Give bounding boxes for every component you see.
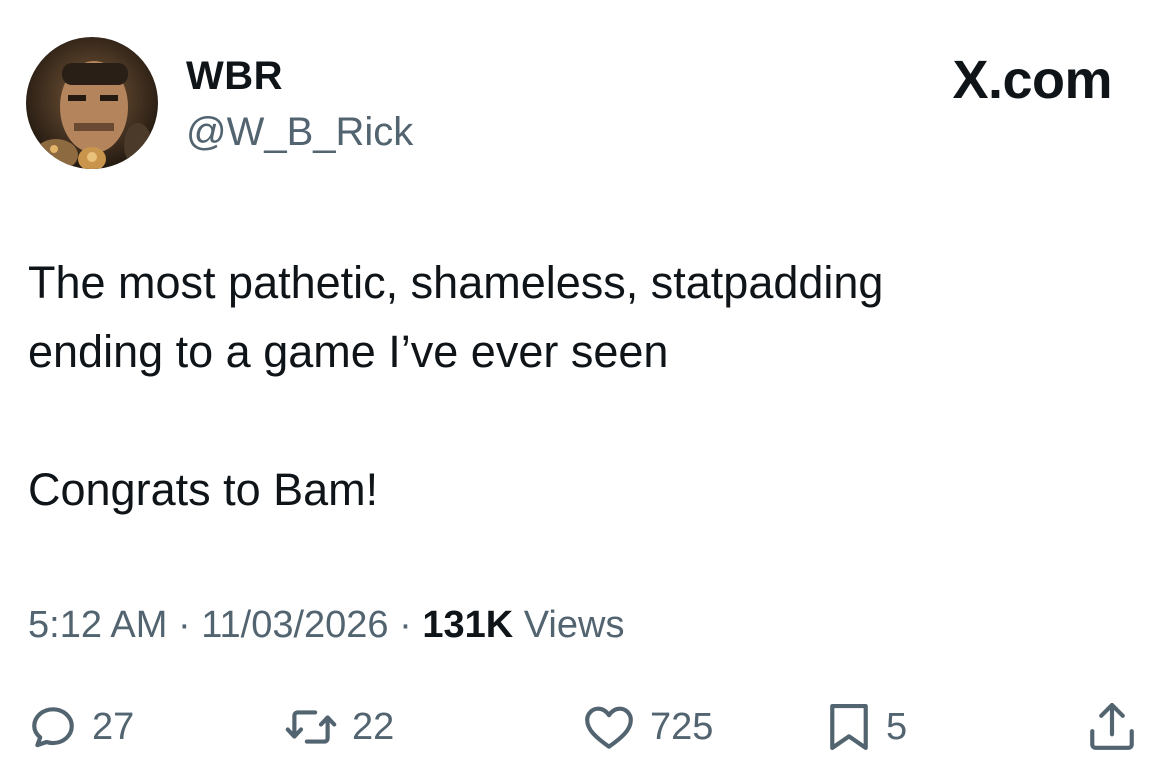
- action-bar: 27 22 725 5: [0, 695, 1170, 759]
- author-display-name[interactable]: WBR: [186, 54, 283, 98]
- reply-count: 27: [92, 705, 135, 748]
- tweet-date[interactable]: 11/03/2026: [201, 604, 388, 646]
- bookmark-count: 5: [886, 705, 908, 748]
- share-button[interactable]: [1086, 695, 1138, 759]
- author-avatar[interactable]: [26, 37, 158, 169]
- tweet-card: WBR @W_B_Rick X.com The most pathetic, s…: [0, 0, 1170, 783]
- reply-button[interactable]: 27: [28, 695, 134, 759]
- views-label: Views: [513, 604, 625, 646]
- tweet-meta: 5:12 AM · 11/03/2026 · 131K Views: [28, 603, 624, 647]
- like-button[interactable]: 725: [582, 695, 713, 759]
- brand-watermark: X.com: [952, 50, 1112, 110]
- tweet-time[interactable]: 5:12 AM: [28, 604, 167, 646]
- bookmark-button[interactable]: 5: [826, 695, 907, 759]
- repost-count: 22: [352, 705, 395, 748]
- author-handle[interactable]: @W_B_Rick: [186, 110, 413, 154]
- like-count: 725: [650, 705, 714, 748]
- repost-button[interactable]: 22: [284, 695, 394, 759]
- tweet-text: The most pathetic, shameless, statpaddin…: [28, 257, 884, 515]
- heart-icon: [585, 706, 633, 749]
- views-count: 131K: [422, 604, 514, 646]
- share-icon: [1090, 702, 1134, 750]
- avatar-image: [26, 37, 158, 169]
- reply-icon: [32, 707, 74, 748]
- meta-separator: ·: [167, 604, 202, 646]
- meta-separator: ·: [388, 604, 423, 646]
- bookmark-icon: [830, 703, 868, 750]
- repost-icon: [285, 710, 337, 744]
